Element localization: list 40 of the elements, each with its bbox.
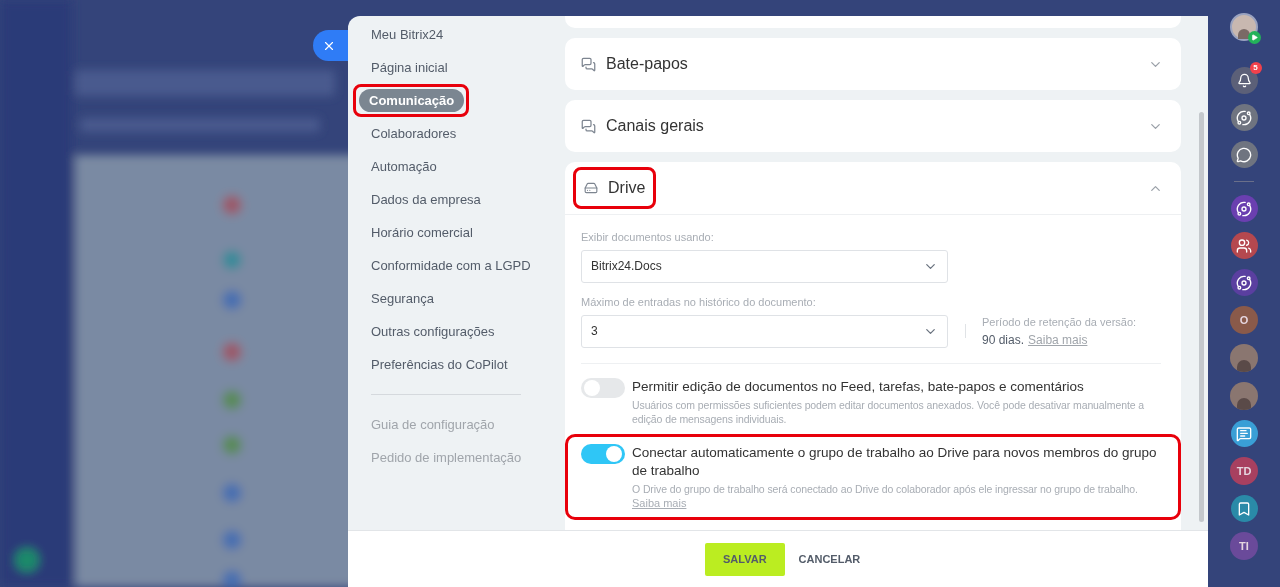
toggle-switch[interactable] [581,443,625,464]
section-title: Drive [608,178,646,198]
spiral-icon [1236,109,1252,126]
chats-icon [581,118,596,134]
nav-item[interactable]: Automação [355,156,453,177]
cancel-button[interactable]: CANCELAR [798,542,861,576]
nav-item[interactable]: Meu Bitrix24 [355,24,460,45]
section-title: Canais gerais [606,116,704,136]
save-button[interactable]: SALVAR [705,542,785,576]
toggle-title: Conectar automaticamente o grupo de trabalho ao Drive para novos membros do grupo de trabalho [632,443,1158,480]
nav-item[interactable]: Conformidade com a LGPD [355,255,547,276]
nav-item[interactable]: Outras configurações [355,321,511,342]
chat-icon [1236,146,1252,163]
message-icon [1236,425,1252,442]
toggle-title: Permitir edição de documentos no Feed, tarefas, bate-papos e comentários [632,377,1085,396]
chats-icon [581,56,596,72]
nav-item[interactable]: Segurança [355,288,450,309]
nav-item[interactable]: Preferências do CoPilot [355,354,524,375]
drive-icon [584,181,598,195]
bookmark-icon [1236,500,1252,517]
field-label: Máximo de entradas no histórico do documento: [581,294,817,310]
nav-item[interactable]: Página inicial [355,57,464,78]
toggle-switch[interactable] [581,377,625,398]
spiral-icon [1236,274,1252,291]
field-label: Exibir documentos usando: [581,230,715,245]
select-field[interactable]: 3 [581,314,948,348]
nav-item[interactable]: Horário comercial [355,222,489,243]
toggle-description: Usuários com permissões suficientes podem editar documentos anexados. Você pode desativar manualmente a edição de mensagens individuais. [632,397,1146,426]
close-button[interactable] [313,30,348,61]
nav-item[interactable]: Comunicação [359,88,465,113]
toggle-description: O Drive do grupo de trabalho será conectado ao Drive do colaborador após ele ingressar no grupo de trabalho. [632,481,1139,496]
spiral-icon [1236,200,1252,217]
section-title: Bate-papos [606,54,688,74]
retention-label: Período de retenção da versão: [982,315,1137,330]
nav-item[interactable]: Dados da empresa [355,189,497,210]
nav-item[interactable]: Colaboradores [355,123,473,144]
select-field[interactable]: Bitrix24.Docs [581,249,948,283]
bell-icon [1236,73,1252,88]
retention-value: 90 dias. [982,331,1025,349]
users-icon [1236,237,1252,254]
